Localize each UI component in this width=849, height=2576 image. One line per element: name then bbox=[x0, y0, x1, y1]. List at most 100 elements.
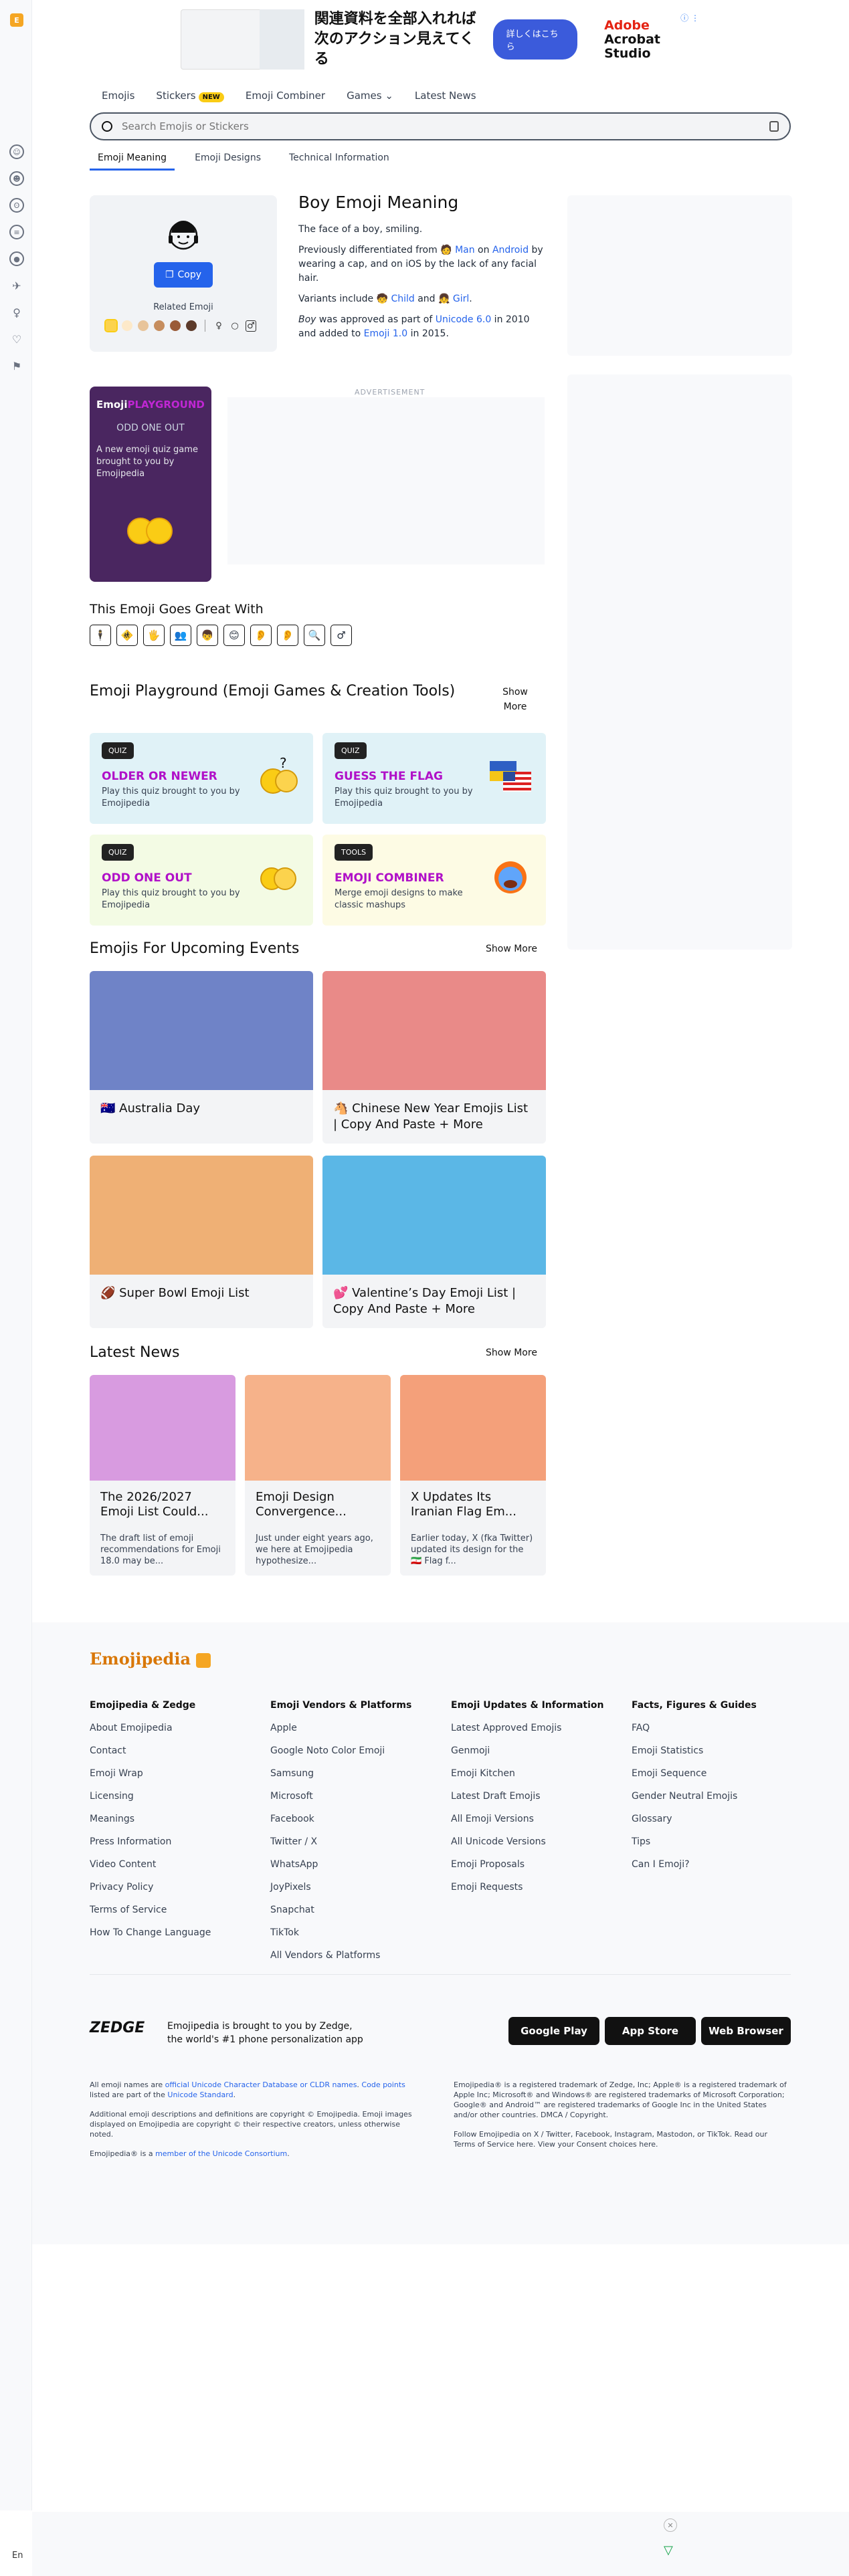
footer-link[interactable]: Emoji Sequence bbox=[632, 1768, 806, 1779]
related-emoji-item[interactable]: 🕴 bbox=[90, 625, 111, 646]
skin-tone-medium-light[interactable] bbox=[138, 320, 149, 331]
footer-link[interactable]: About Emojipedia bbox=[90, 1723, 264, 1733]
neutral-icon[interactable]: ○ bbox=[229, 321, 240, 331]
tab-emoji-meaning[interactable]: Emoji Meaning bbox=[90, 152, 175, 171]
unicode-member-link[interactable]: member of the Unicode Consortium bbox=[155, 2149, 287, 2158]
zedge-logo[interactable]: ZEDGE bbox=[90, 2020, 145, 2036]
footer-link[interactable]: JoyPixels bbox=[270, 1882, 444, 1893]
footer-link[interactable]: FAQ bbox=[632, 1723, 806, 1733]
emoji-1-link[interactable]: Emoji 1.0 bbox=[364, 328, 408, 339]
news-show-more[interactable]: Show More bbox=[486, 1346, 537, 1360]
ad-choices-icon[interactable]: ▽ bbox=[664, 2543, 673, 2557]
close-icon[interactable]: ✕ bbox=[664, 2518, 677, 2532]
burger-icon[interactable]: ≡ bbox=[9, 225, 24, 239]
playground-show-more[interactable]: Show More bbox=[495, 685, 535, 714]
related-emoji-item[interactable]: 🖐 bbox=[143, 625, 165, 646]
related-emoji-item[interactable]: 👂 bbox=[277, 625, 298, 646]
footer-link[interactable]: How To Change Language bbox=[90, 1927, 264, 1938]
tab-technical-information[interactable]: Technical Information bbox=[281, 152, 397, 171]
footer-link[interactable]: Genmoji bbox=[451, 1745, 625, 1756]
unicode-standard-link[interactable]: Unicode Standard bbox=[167, 2090, 233, 2099]
related-emoji-item[interactable]: 😊 bbox=[223, 625, 245, 646]
footer-link[interactable]: All Vendors & Platforms bbox=[270, 1950, 444, 1961]
ad-cta-button[interactable]: 詳しくはこちら bbox=[492, 19, 578, 60]
footer-link[interactable]: Glossary bbox=[632, 1814, 806, 1824]
footer-link[interactable]: Tips bbox=[632, 1836, 806, 1847]
footer-link[interactable]: Emoji Proposals bbox=[451, 1859, 625, 1870]
nav-stickers[interactable]: Stickers NEW bbox=[156, 90, 224, 102]
bear-icon[interactable]: ʘ bbox=[9, 198, 24, 213]
footer-link[interactable]: Emoji Statistics bbox=[632, 1745, 806, 1756]
footer-link[interactable]: Emoji Kitchen bbox=[451, 1768, 625, 1779]
footer-link[interactable]: Latest Approved Emojis bbox=[451, 1723, 625, 1733]
android-link[interactable]: Android bbox=[492, 245, 529, 255]
man-link[interactable]: 🧑 Man bbox=[440, 245, 474, 255]
news-card[interactable]: The 2026/2027 Emoji List Could... The dr… bbox=[90, 1375, 235, 1576]
flag-icon[interactable]: ⚑ bbox=[9, 358, 24, 373]
footer-link[interactable]: Google Noto Color Emoji bbox=[270, 1745, 444, 1756]
footer-link[interactable]: Emoji Requests bbox=[451, 1882, 625, 1893]
male-sign-icon[interactable]: ♂ bbox=[246, 320, 256, 332]
news-card[interactable]: X Updates Its Iranian Flag Em... Earlier… bbox=[400, 1375, 546, 1576]
nav-latest-news[interactable]: Latest News bbox=[415, 90, 476, 102]
nav-emoji-combiner[interactable]: Emoji Combiner bbox=[246, 90, 325, 102]
skin-tone-default[interactable] bbox=[104, 319, 118, 332]
related-emoji-item[interactable]: 👂 bbox=[250, 625, 272, 646]
footer-link[interactable]: Apple bbox=[270, 1723, 444, 1733]
bulb-icon[interactable]: ♀ bbox=[9, 305, 24, 320]
footer-link[interactable]: Twitter / X bbox=[270, 1836, 444, 1847]
ad-info-icon[interactable]: ⓘ ⋮ bbox=[680, 12, 699, 23]
footer-link[interactable]: Terms of Service bbox=[90, 1905, 264, 1915]
related-emoji-item[interactable]: 🔍 bbox=[304, 625, 325, 646]
footer-link[interactable]: WhatsApp bbox=[270, 1859, 444, 1870]
footer-link[interactable]: Privacy Policy bbox=[90, 1882, 264, 1893]
ucd-link[interactable]: official Unicode Character Database or C… bbox=[165, 2080, 357, 2089]
skin-tone-light[interactable] bbox=[122, 320, 132, 331]
skin-tone-medium[interactable] bbox=[154, 320, 165, 331]
footer-link[interactable]: Press Information bbox=[90, 1836, 264, 1847]
skin-tone-medium-dark[interactable] bbox=[170, 320, 181, 331]
google-play-button[interactable]: Google Play bbox=[508, 2017, 599, 2045]
event-card[interactable]: 💕 Valentine’s Day Emoji List | Copy And … bbox=[322, 1156, 546, 1328]
nav-games[interactable]: Games ⌄ bbox=[347, 90, 393, 102]
image-search-icon[interactable] bbox=[769, 121, 779, 132]
event-card[interactable]: 🏈 Super Bowl Emoji List bbox=[90, 1156, 313, 1328]
quiz-card-odd-one-out[interactable]: QUIZ ODD ONE OUT Play this quiz brought … bbox=[90, 835, 313, 926]
search-input[interactable] bbox=[122, 120, 769, 132]
related-emoji-item[interactable]: 🚸 bbox=[116, 625, 138, 646]
footer-link[interactable]: Microsoft bbox=[270, 1791, 444, 1802]
copy-button[interactable]: ❐ Copy bbox=[154, 262, 213, 288]
event-card[interactable]: 🐴 Chinese New Year Emojis List | Copy An… bbox=[322, 971, 546, 1144]
event-card[interactable]: 🇦🇺 Australia Day bbox=[90, 971, 313, 1144]
tool-card-emoji-combiner[interactable]: TOOLS EMOJI COMBINER Merge emoji designs… bbox=[322, 835, 546, 926]
footer-link[interactable]: Facebook bbox=[270, 1814, 444, 1824]
footer-link[interactable]: Latest Draft Emojis bbox=[451, 1791, 625, 1802]
footer-link[interactable]: Contact bbox=[90, 1745, 264, 1756]
related-emoji-item[interactable]: ♂ bbox=[331, 625, 352, 646]
footer-link[interactable]: Video Content bbox=[90, 1859, 264, 1870]
quiz-card-guess-the-flag[interactable]: QUIZ GUESS THE FLAG Play this quiz broug… bbox=[322, 733, 546, 824]
footer-link[interactable]: Can I Emoji? bbox=[632, 1859, 806, 1870]
related-emoji-item[interactable]: 👥 bbox=[170, 625, 191, 646]
unicode-6-link[interactable]: Unicode 6.0 bbox=[436, 314, 492, 325]
footer-link[interactable]: Meanings bbox=[90, 1814, 264, 1824]
tab-emoji-designs[interactable]: Emoji Designs bbox=[187, 152, 269, 171]
footer-link[interactable]: Snapchat bbox=[270, 1905, 444, 1915]
footer-link[interactable]: All Emoji Versions bbox=[451, 1814, 625, 1824]
playground-promo[interactable]: EmojiPLAYGROUND ODD ONE OUT A new emoji … bbox=[90, 387, 211, 582]
quiz-card-older-or-newer[interactable]: QUIZ OLDER OR NEWER Play this quiz broug… bbox=[90, 733, 313, 824]
events-show-more[interactable]: Show More bbox=[486, 942, 537, 956]
emojipedia-logo-icon[interactable]: E bbox=[10, 13, 23, 27]
footer-link[interactable]: All Unicode Versions bbox=[451, 1836, 625, 1847]
language-selector[interactable]: En bbox=[12, 2551, 23, 2561]
skin-tone-dark[interactable] bbox=[186, 320, 197, 331]
footer-link[interactable]: Emoji Wrap bbox=[90, 1768, 264, 1779]
child-link[interactable]: 🧒 Child bbox=[377, 294, 415, 304]
footer-link[interactable]: Gender Neutral Emojis bbox=[632, 1791, 806, 1802]
footer-link[interactable]: TikTok bbox=[270, 1927, 444, 1938]
girl-link[interactable]: 👧 Girl bbox=[438, 294, 469, 304]
related-emoji-item[interactable]: 👦 bbox=[197, 625, 218, 646]
news-card[interactable]: Emoji Design Convergence... Just under e… bbox=[245, 1375, 391, 1576]
female-sign-icon[interactable]: ♀ bbox=[213, 321, 224, 331]
heart-icon[interactable]: ♡ bbox=[9, 332, 24, 346]
